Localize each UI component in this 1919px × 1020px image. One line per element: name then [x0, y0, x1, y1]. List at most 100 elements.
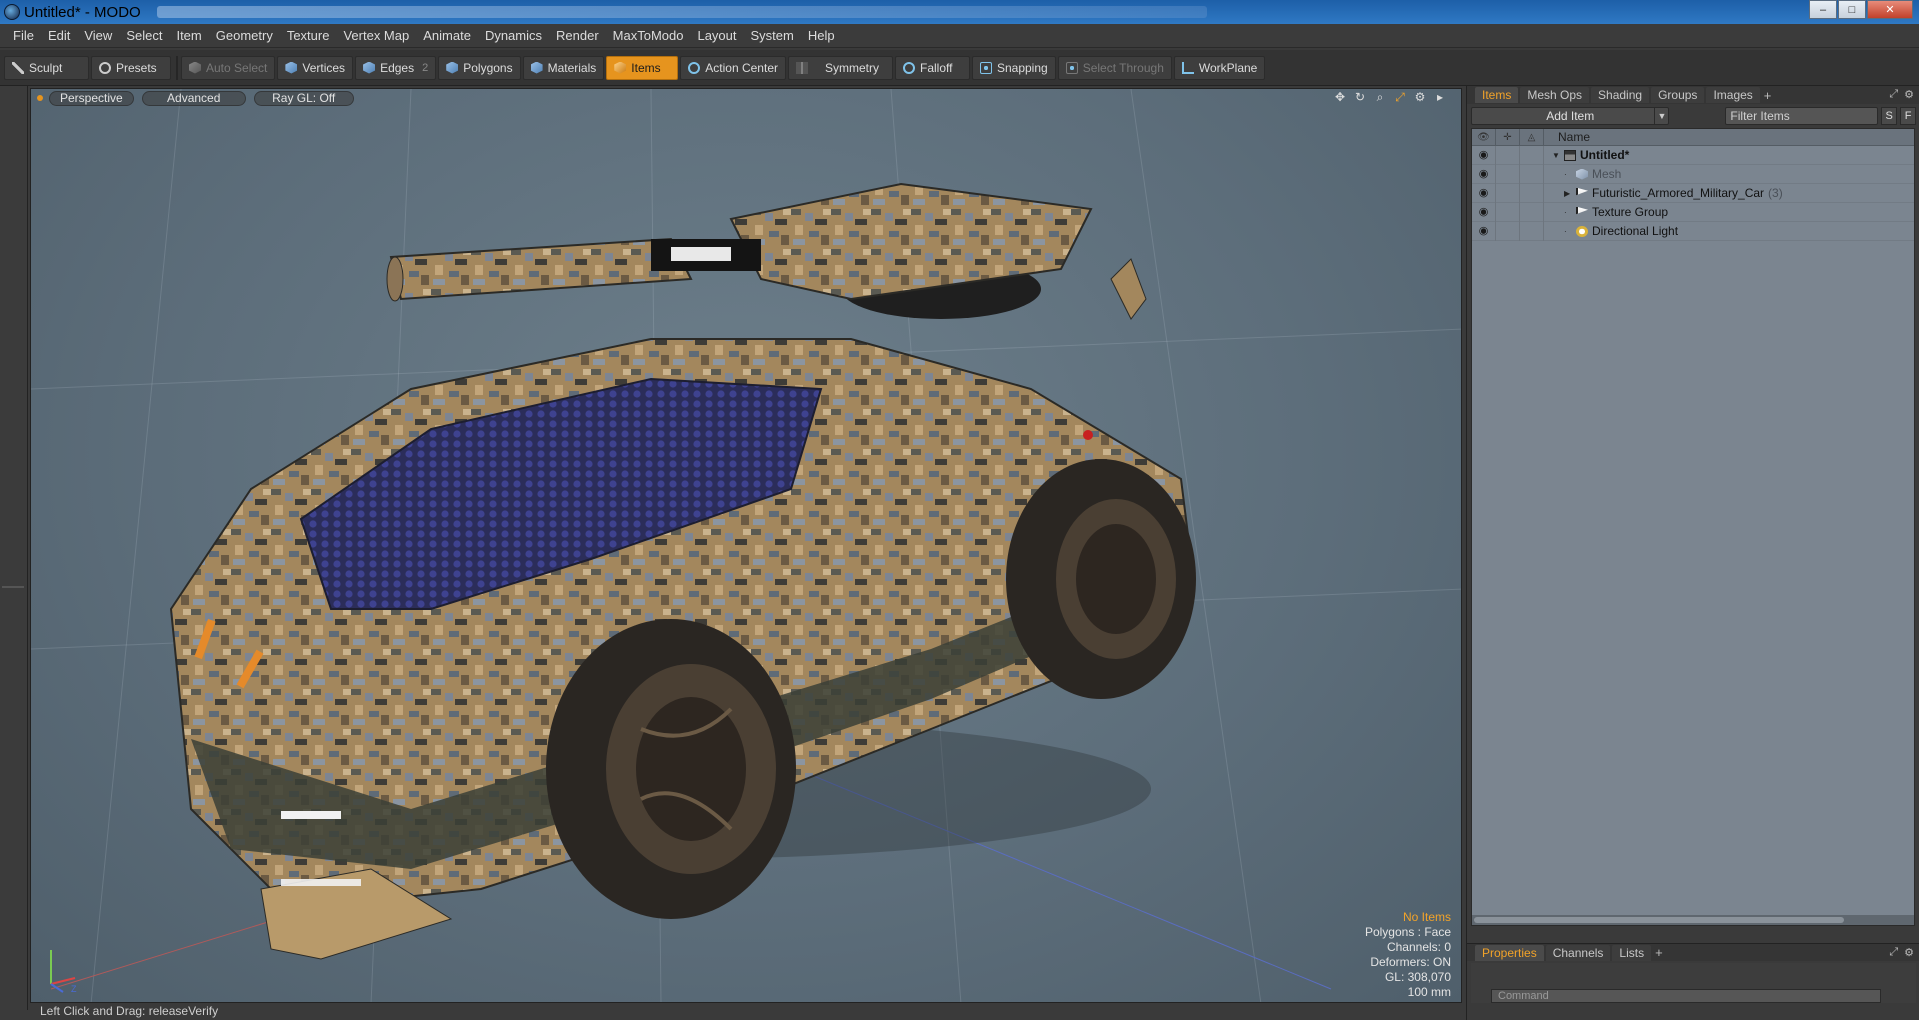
- expand-panel-icon[interactable]: ⤢: [1889, 946, 1898, 959]
- expand-panel-icon[interactable]: ⤢: [1889, 88, 1898, 101]
- render-column-icon[interactable]: ◬: [1520, 129, 1544, 146]
- tab-properties[interactable]: Properties: [1475, 944, 1544, 961]
- close-button[interactable]: ✕: [1867, 0, 1913, 19]
- scrollbar-thumb[interactable]: [1474, 917, 1844, 923]
- menu-file[interactable]: File: [6, 28, 41, 43]
- view-mode-dropdown[interactable]: Perspective: [49, 90, 134, 106]
- item-tree-header: 👁 ✛ ◬ Name: [1472, 129, 1914, 146]
- falloff-button[interactable]: Falloff: [894, 55, 970, 80]
- filter-f-button[interactable]: F: [1900, 107, 1916, 125]
- menu-layout[interactable]: Layout: [690, 28, 743, 43]
- tree-row-group[interactable]: ◉ ▶ Futuristic_Armored_Military_Car (3): [1472, 183, 1914, 203]
- command-input[interactable]: Command: [1491, 989, 1881, 1003]
- panel-settings-icon[interactable]: ⚙: [1904, 946, 1914, 959]
- vertices-mode-button[interactable]: Vertices: [277, 55, 354, 80]
- expand-arrow-icon[interactable]: ▼: [1552, 151, 1564, 160]
- materials-mode-button[interactable]: Materials: [522, 55, 605, 80]
- visibility-eye-icon[interactable]: ◉: [1472, 221, 1496, 241]
- visibility-column-icon[interactable]: 👁: [1472, 129, 1496, 146]
- action-center-button[interactable]: Action Center: [680, 55, 786, 80]
- lock-column-icon[interactable]: ✛: [1496, 129, 1520, 146]
- name-column-header[interactable]: Name: [1558, 130, 1590, 144]
- menu-dynamics[interactable]: Dynamics: [478, 28, 549, 43]
- fit-view-icon[interactable]: ⤢: [1393, 90, 1407, 104]
- menu-system[interactable]: System: [744, 28, 801, 43]
- brush-icon: [12, 61, 24, 74]
- items-mode-button[interactable]: Items: [606, 55, 679, 80]
- properties-panel-tabs: Properties Channels Lists + ⤢ ⚙: [1467, 943, 1919, 961]
- info-no-items: No Items: [1402, 910, 1451, 924]
- polygons-mode-button[interactable]: Polygons: [438, 55, 521, 80]
- maximize-button[interactable]: □: [1838, 0, 1866, 19]
- viewport-menu-dot-icon[interactable]: [37, 95, 43, 101]
- panel-resize-handle[interactable]: [2, 586, 24, 588]
- raygl-toggle[interactable]: Ray GL: Off: [253, 90, 354, 106]
- shading-mode-dropdown[interactable]: Advanced: [141, 90, 246, 106]
- rotate-view-icon[interactable]: ↻: [1353, 90, 1367, 104]
- workplane-button[interactable]: WorkPlane: [1173, 55, 1266, 80]
- snapping-button[interactable]: Snapping: [971, 55, 1056, 80]
- tab-lists[interactable]: Lists: [1612, 944, 1652, 961]
- visibility-eye-icon[interactable]: ◉: [1472, 145, 1496, 165]
- tree-row-texture-group[interactable]: ◉ · Texture Group: [1472, 202, 1914, 222]
- tab-groups[interactable]: Groups: [1651, 87, 1705, 103]
- sculpt-button[interactable]: Sculpt: [4, 55, 89, 80]
- menu-view[interactable]: View: [77, 28, 119, 43]
- move-view-icon[interactable]: ✥: [1333, 90, 1347, 104]
- add-tab-icon[interactable]: +: [1764, 88, 1772, 103]
- expand-arrow-icon[interactable]: ▶: [1564, 189, 1576, 198]
- visibility-eye-icon[interactable]: ◉: [1472, 164, 1496, 184]
- viewport-nav-icons: ✥ ↻ ⌕ ⤢ ⚙ ▸: [1327, 90, 1447, 104]
- settings-icon[interactable]: ⚙: [1413, 90, 1427, 104]
- tab-shading[interactable]: Shading: [1591, 87, 1650, 103]
- tab-mesh-ops[interactable]: Mesh Ops: [1520, 87, 1590, 103]
- tree-row-light[interactable]: ◉ · Directional Light: [1472, 221, 1914, 241]
- tree-horizontal-scrollbar[interactable]: [1472, 915, 1914, 925]
- add-tab-icon[interactable]: +: [1655, 945, 1663, 960]
- zoom-view-icon[interactable]: ⌕: [1373, 90, 1387, 104]
- minimize-button[interactable]: –: [1809, 0, 1837, 19]
- tree-cell: [1496, 202, 1520, 222]
- menu-render[interactable]: Render: [549, 28, 606, 43]
- light-icon: [1576, 225, 1588, 237]
- menu-vertex-map[interactable]: Vertex Map: [336, 28, 416, 43]
- falloff-label: Falloff: [919, 60, 953, 75]
- tree-row-mesh[interactable]: ◉ · Mesh: [1472, 164, 1914, 184]
- symmetry-button[interactable]: Symmetry: [787, 55, 893, 80]
- symmetry-label: Symmetry: [824, 60, 879, 75]
- add-item-dropdown[interactable]: Add Item ▼: [1471, 107, 1670, 125]
- menu-select[interactable]: Select: [119, 28, 169, 43]
- panel-settings-icon[interactable]: ⚙: [1904, 88, 1914, 101]
- tree-label: Futuristic_Armored_Military_Car: [1592, 186, 1765, 200]
- 3d-viewport[interactable]: Perspective Advanced Ray GL: Off ✥ ↻ ⌕ ⤢…: [30, 88, 1462, 1003]
- menu-help[interactable]: Help: [801, 28, 842, 43]
- workplane-label: WorkPlane: [1198, 60, 1258, 75]
- menu-item[interactable]: Item: [169, 28, 208, 43]
- menu-texture[interactable]: Texture: [280, 28, 337, 43]
- filter-items-input[interactable]: Filter Items: [1725, 107, 1879, 125]
- polygons-label: Polygons: [463, 60, 513, 75]
- filter-s-button[interactable]: S: [1881, 107, 1898, 125]
- menu-animate[interactable]: Animate: [416, 28, 478, 43]
- select-through-button[interactable]: Select Through: [1057, 55, 1172, 80]
- group-icon: [1576, 187, 1588, 196]
- visibility-eye-icon[interactable]: ◉: [1472, 202, 1496, 222]
- snapping-label: Snapping: [996, 60, 1048, 75]
- tree-row-scene[interactable]: ◉ ▼ Untitled*: [1472, 145, 1914, 165]
- menu-maxtomodo[interactable]: MaxToModo: [606, 28, 691, 43]
- tree-connector: ·: [1564, 207, 1567, 217]
- tab-channels[interactable]: Channels: [1545, 944, 1611, 961]
- falloff-icon: [902, 61, 915, 74]
- menu-geometry[interactable]: Geometry: [209, 28, 280, 43]
- viewport-scene: [31, 89, 1461, 1002]
- menu-edit[interactable]: Edit: [41, 28, 77, 43]
- tab-images[interactable]: Images: [1706, 87, 1760, 103]
- auto-select-button[interactable]: Auto Select: [181, 55, 276, 80]
- axis-gizmo: Z: [50, 950, 77, 994]
- right-panel: Items Mesh Ops Shading Groups Images + ⤢…: [1466, 86, 1919, 1020]
- visibility-eye-icon[interactable]: ◉: [1472, 183, 1496, 203]
- presets-button[interactable]: Presets: [91, 55, 171, 80]
- edges-mode-button[interactable]: Edges 2: [355, 55, 437, 80]
- play-icon[interactable]: ▸: [1433, 90, 1447, 104]
- tab-items[interactable]: Items: [1475, 87, 1519, 103]
